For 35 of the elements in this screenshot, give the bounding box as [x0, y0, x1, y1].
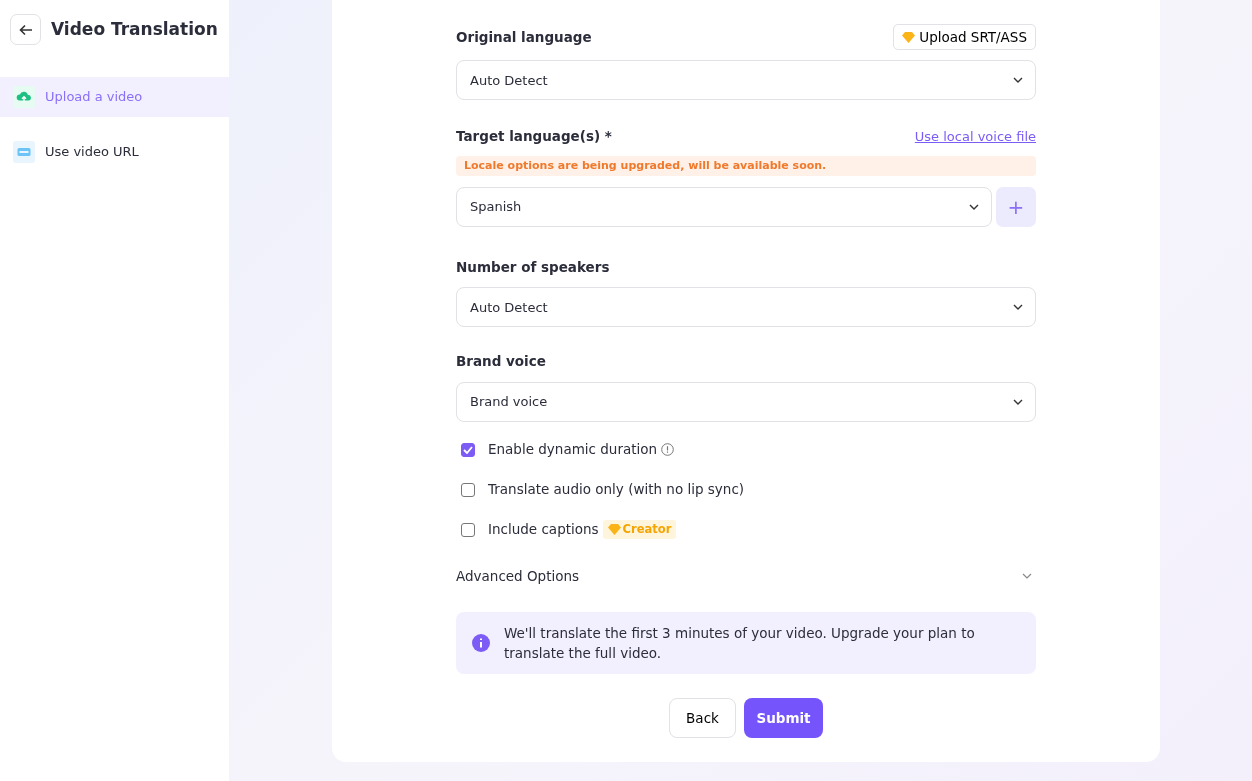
- info-icon: [472, 633, 490, 652]
- field-label: Original language: [456, 28, 592, 47]
- info-text: We'll translate the first 3 minutes of your video. Upgrade your plan to translate the full video.: [504, 623, 976, 663]
- link-card-icon: [13, 141, 35, 163]
- sidebar-item[interactable]: Use video URL: [0, 132, 229, 172]
- voice-file-link[interactable]: Use local voice file: [914, 126, 1036, 147]
- option-label: Include captions: [488, 520, 599, 540]
- chevron-down-icon: [1013, 77, 1023, 84]
- chevron-down-icon: [969, 204, 979, 210]
- back-button[interactable]: [10, 14, 41, 45]
- upload-srt-button[interactable]: Upload SRT/ASS: [893, 24, 1036, 51]
- checkbox[interactable]: [461, 482, 475, 497]
- checkbox[interactable]: [461, 522, 475, 537]
- select-field[interactable]: Spanish: [456, 187, 992, 227]
- field-label: Number of speakers: [456, 258, 611, 277]
- field-label: Brand voice: [456, 352, 547, 372]
- option-label: Enable dynamic duration: [488, 440, 658, 460]
- field-label: Target language(s) *: [456, 127, 612, 147]
- diamond-icon: [607, 524, 621, 535]
- chevron-down-icon: [1013, 398, 1023, 405]
- notice-banner: Locale options are being upgraded, will be available soon.: [456, 155, 1036, 176]
- select-field[interactable]: Auto Detect: [456, 60, 1036, 101]
- chevron-down-icon: [1013, 304, 1023, 311]
- submit-button[interactable]: Submit: [744, 697, 823, 738]
- plan-badge: Creator: [602, 519, 677, 540]
- option-label: Translate audio only (with no lip sync): [488, 480, 745, 500]
- select-field[interactable]: Brand voice: [456, 381, 1036, 422]
- page-title: Video Translation: [51, 17, 218, 41]
- back-button[interactable]: Back: [669, 697, 736, 738]
- select-field[interactable]: Auto Detect: [456, 287, 1036, 328]
- advanced-options-toggle[interactable]: Advanced Options: [456, 565, 1036, 586]
- cloud-upload-icon: [13, 86, 35, 108]
- chevron-down-icon: [1022, 572, 1032, 579]
- diamond-icon: [902, 31, 916, 43]
- checkbox[interactable]: [461, 442, 475, 457]
